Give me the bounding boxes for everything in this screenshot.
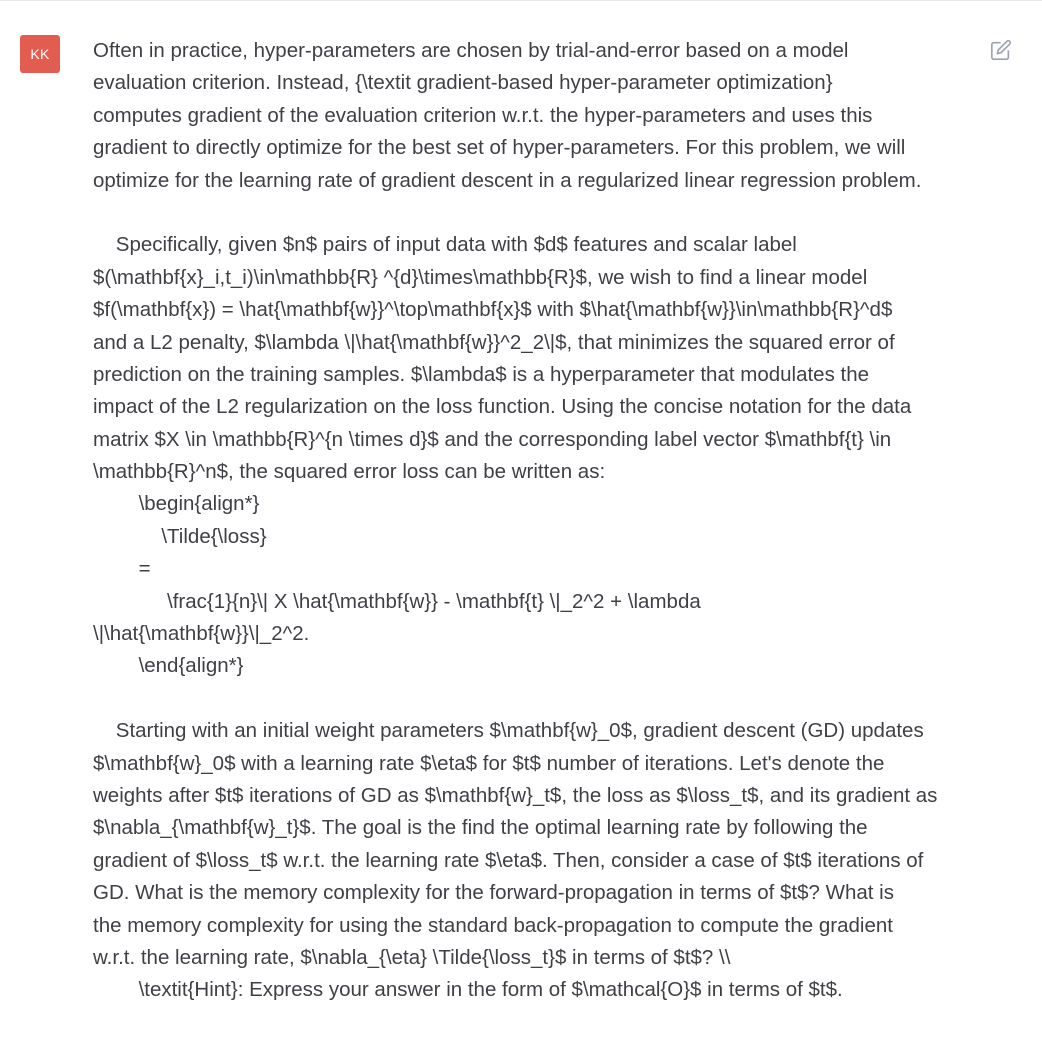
message-line: gradient to directly optimize for the be… [93,136,906,160]
message-line: matrix $X \in \mathbb{R}^{n \times d}$ a… [93,427,892,451]
message-line: gradient of $\loss_t$ w.r.t. the learnin… [93,848,924,872]
message-line: weights after $t$ iterations of GD as $\… [93,783,938,807]
message-line: computes gradient of the evaluation crit… [93,103,873,127]
user-message: KK Often in practice, hyper-parameters a… [0,0,1042,1053]
message-line: $\nabla_{\mathbf{w}_t}$. The goal is the… [93,816,868,840]
message-line: = [93,557,151,581]
message-line: \textit{Hint}: Express your answer in th… [93,978,843,1002]
message-line: $f(\mathbf{x}) = \hat{\mathbf{w}}^\top\m… [93,298,893,322]
message-line: \frac{1}{n}\| X \hat{\mathbf{w}} - \math… [93,589,701,613]
message-line: \Tilde{\loss} [93,524,267,548]
message-line: evaluation criterion. Instead, {\textit … [93,71,833,95]
message-line: GD. What is the memory complexity for th… [93,881,894,905]
message-line: Starting with an initial weight paramete… [93,719,924,743]
message-line: $\mathbf{w}_0$ with a learning rate $\et… [93,751,885,775]
message-text: Often in practice, hyper-parameters are … [93,35,973,1007]
message-line: Often in practice, hyper-parameters are … [93,39,849,62]
message-line: and a L2 penalty, $\lambda \|\hat{\mathb… [93,330,895,354]
message-line: $(\mathbf{x}_i,t_i)\in\mathbb{R} ^{d}\ti… [93,265,868,289]
user-avatar: KK [20,35,60,73]
message-line: impact of the L2 regularization on the l… [93,395,912,419]
message-line: \end{align*} [93,654,244,678]
message-line: Specifically, given $n$ pairs of input d… [93,233,797,257]
message-line: prediction on the training samples. $\la… [93,362,870,386]
message-line: w.r.t. the learning rate, $\nabla_{\eta}… [93,945,731,969]
message-line: \|\hat{\mathbf{w}}\|_2^2. [93,622,310,646]
message-line: the memory complexity for using the stan… [93,913,893,937]
message-line: \begin{align*} [93,492,260,516]
edit-icon [991,39,1012,60]
message-line: \mathbb{R}^n$, the squared error loss ca… [93,460,606,484]
edit-message-button[interactable] [989,38,1013,62]
message-line: optimize for the learning rate of gradie… [93,168,922,192]
